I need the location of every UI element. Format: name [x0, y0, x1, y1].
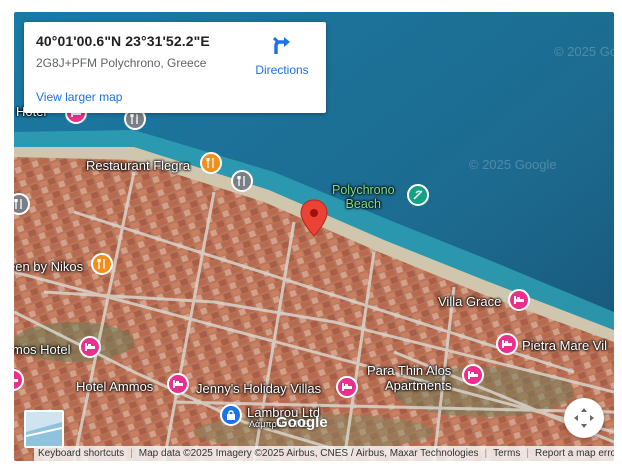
- restaurant-icon[interactable]: [91, 253, 113, 275]
- beach-icon[interactable]: [407, 184, 429, 206]
- footer-separator: |: [130, 448, 133, 459]
- footer-separator: |: [484, 448, 488, 459]
- directions-icon: [272, 36, 290, 54]
- map-footer: Keyboard shortcuts | Map data ©2025 Imag…: [14, 446, 614, 461]
- map-watermark: © 2025 Google: [469, 157, 557, 172]
- beach-label-line1: Polychrono: [332, 183, 395, 197]
- coordinates-title: 40°01'00.6"N 23°31'52.2"E: [36, 33, 210, 49]
- hotel-icon[interactable]: [167, 373, 189, 395]
- place-info-card: 40°01'00.6"N 23°31'52.2"E 2G8J+PFM Polyc…: [24, 22, 326, 113]
- hotel-icon[interactable]: [508, 289, 530, 311]
- restaurant-icon[interactable]: [231, 170, 253, 192]
- hotel-icon[interactable]: [79, 336, 101, 358]
- map-data-attribution: Map data ©2025 Imagery ©2025 Airbus, CNE…: [138, 448, 479, 459]
- navigation-icon: [574, 408, 594, 428]
- lock-icon[interactable]: [220, 404, 242, 426]
- restaurant-icon[interactable]: [200, 152, 222, 174]
- directions-label: Directions: [255, 63, 309, 77]
- place-label-polychrono-beach[interactable]: Polychrono Beach: [332, 183, 395, 211]
- place-label-jennys-villas[interactable]: Jenny's Holiday Villas: [196, 381, 321, 396]
- place-label-ammos-hotel[interactable]: mos Hotel: [14, 342, 71, 357]
- place-label-restaurant-flegra[interactable]: Restaurant Flegra: [86, 158, 190, 173]
- directions-button[interactable]: Directions: [252, 34, 312, 77]
- address-text: 2G8J+PFM Polychrono, Greece: [36, 56, 207, 70]
- google-logo: Google: [276, 414, 328, 431]
- hotel-icon[interactable]: [496, 333, 518, 355]
- place-label-hotel-ammos[interactable]: Hotel Ammos: [76, 379, 153, 394]
- place-label-pietra-mare[interactable]: Pietra Mare Vil: [522, 338, 607, 353]
- para-thin-alos-line1: Para Thin Alos: [367, 363, 452, 378]
- navigation-button[interactable]: [564, 398, 604, 438]
- place-label-para-thin-alos[interactable]: Para Thin Alos Apartments: [367, 363, 451, 393]
- map-type-thumbnail-icon[interactable]: [24, 410, 64, 448]
- hotel-icon[interactable]: [336, 376, 358, 398]
- terms-link[interactable]: Terms: [493, 448, 520, 459]
- map-watermark: © 2025 Google: [554, 44, 614, 59]
- view-larger-map-link[interactable]: View larger map: [36, 90, 122, 104]
- report-map-error-link[interactable]: Report a map error: [535, 448, 614, 459]
- keyboard-shortcuts-link[interactable]: Keyboard shortcuts: [38, 448, 124, 459]
- footer-separator: |: [526, 448, 529, 459]
- place-label-green-by-nikos[interactable]: een by Nikos: [14, 259, 83, 274]
- beach-label-line2: Beach: [345, 197, 381, 211]
- para-thin-alos-line2: Apartments: [385, 378, 452, 393]
- map-type-thumbnail-image: [26, 412, 62, 446]
- place-label-villa-grace[interactable]: Villa Grace: [438, 294, 501, 309]
- hotel-icon[interactable]: [462, 364, 484, 386]
